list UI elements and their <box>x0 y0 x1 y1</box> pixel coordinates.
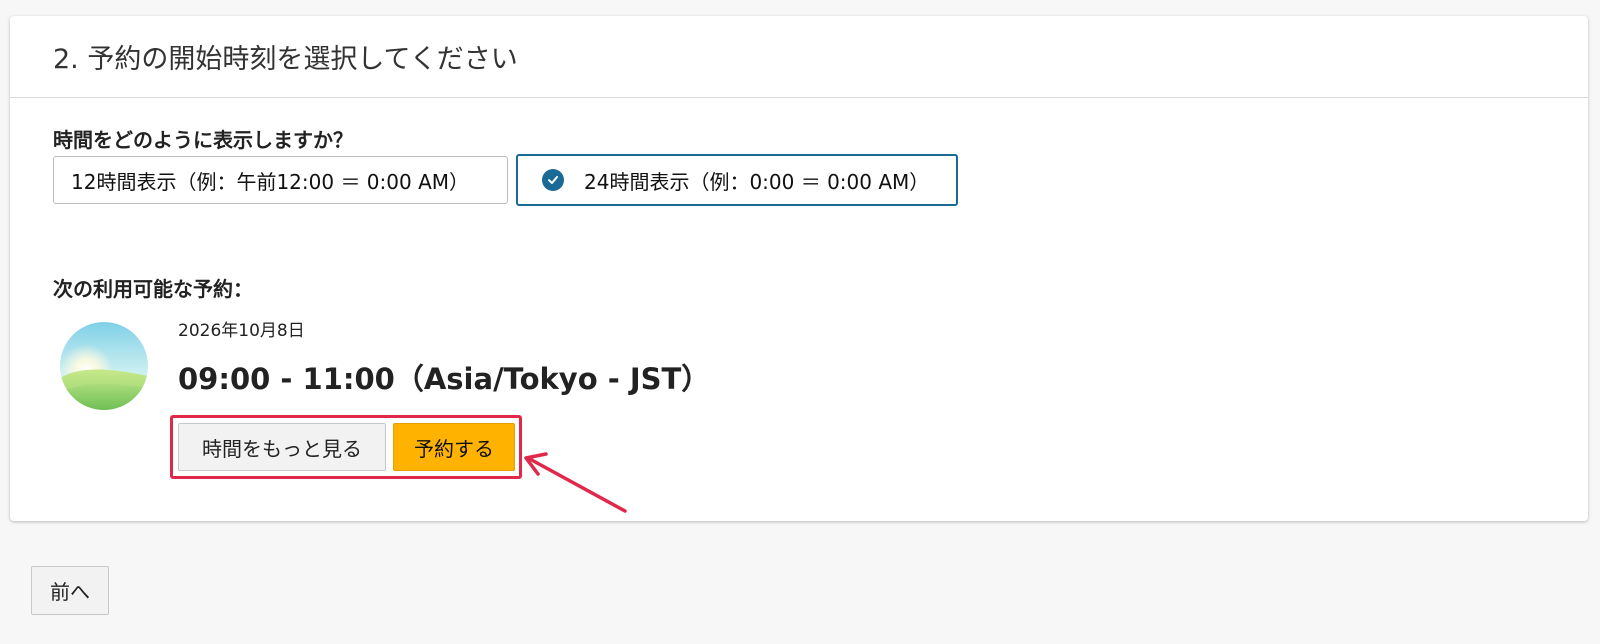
previous-button[interactable]: 前へ <box>31 566 109 615</box>
annotation-arrow-icon <box>524 452 627 513</box>
slot-date: 2026年10月8日 <box>178 321 305 341</box>
more-times-button[interactable]: 時間をもっと見る <box>178 423 386 471</box>
next-available-heading: 次の利用可能な予約： <box>53 277 253 301</box>
card-header: 2. 予約の開始時刻を選択してください <box>10 16 1588 98</box>
check-circle-icon <box>542 169 564 191</box>
option-12-hour[interactable]: 12時間表示（例：午前12:00 ＝ 0:00 AM） <box>53 156 508 204</box>
book-button[interactable]: 予約する <box>393 423 515 471</box>
option-12-hour-label: 12時間表示（例：午前12:00 ＝ 0:00 AM） <box>71 169 470 194</box>
time-selection-card: 2. 予約の開始時刻を選択してください 時間をどのように表示しますか？ 12時間… <box>10 16 1588 521</box>
time-format-question: 時間をどのように表示しますか？ <box>53 128 353 152</box>
sunrise-landscape-icon <box>60 322 148 410</box>
section-title: 2. 予約の開始時刻を選択してください <box>53 44 518 75</box>
option-24-hour[interactable]: 24時間表示（例：0:00 ＝ 0:00 AM） <box>516 154 958 206</box>
option-24-hour-label: 24時間表示（例：0:00 ＝ 0:00 AM） <box>584 169 930 194</box>
slot-time: 09:00 - 11:00（Asia/Tokyo - JST） <box>178 362 711 396</box>
